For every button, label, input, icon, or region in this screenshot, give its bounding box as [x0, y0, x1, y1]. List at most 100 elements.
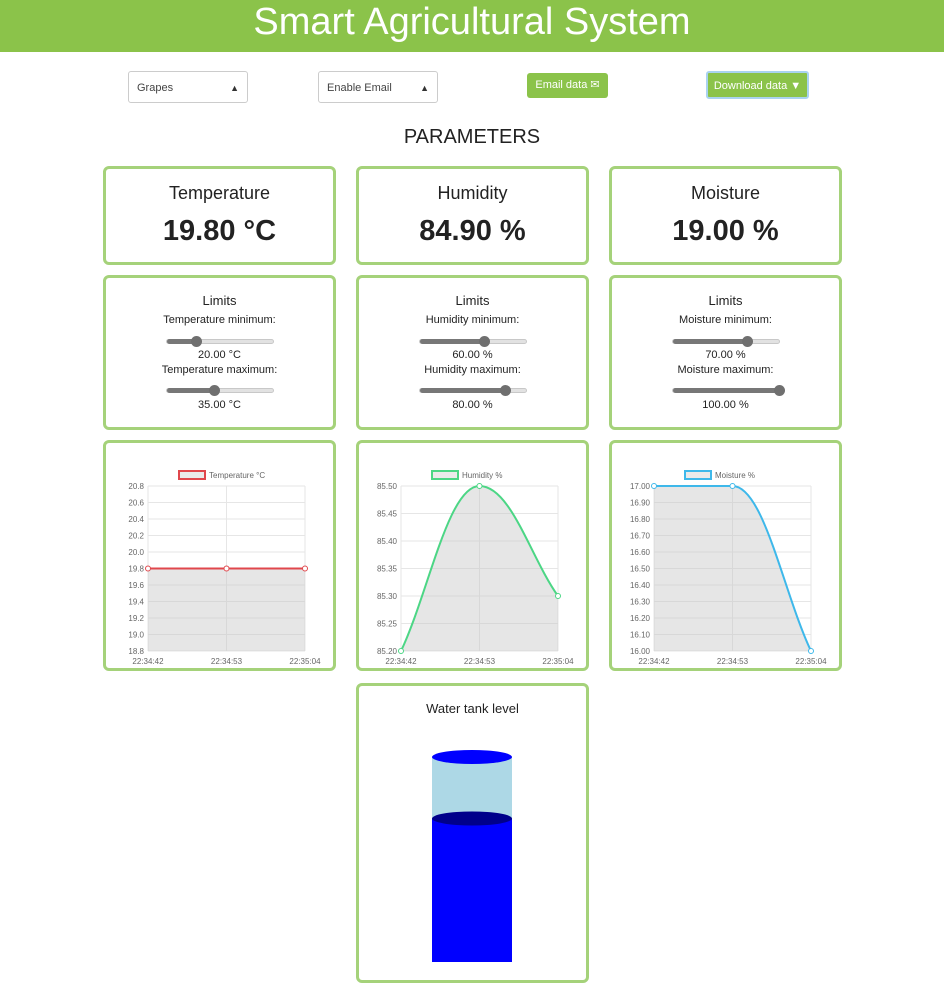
- data-point[interactable]: [145, 565, 151, 572]
- select-arrows-icon: ▲: [420, 83, 429, 93]
- tank-water: [432, 818, 512, 962]
- y-tick-label: 16.70: [630, 532, 651, 541]
- data-point[interactable]: [555, 593, 561, 599]
- email-data-label: Email data: [535, 79, 588, 91]
- slider-thumb[interactable]: [499, 385, 511, 396]
- max-limit-value: 80.00 %: [452, 399, 493, 411]
- data-point[interactable]: [476, 483, 483, 489]
- section-title: PARAMETERS: [403, 126, 541, 148]
- line-chart: Temperature °C 20.8 20.6 20.4 20.2 20.0 19.8 19…: [128, 470, 321, 666]
- max-limit-label: Moisture maximum:: [677, 364, 774, 376]
- min-limit-label: Temperature minimum:: [163, 314, 276, 326]
- app-title: Smart Agricultural System: [253, 1, 691, 43]
- y-tick-label: 17.00: [630, 482, 651, 491]
- slider-thumb[interactable]: [774, 385, 785, 396]
- x-tick-label: 22:34:53: [717, 657, 749, 666]
- water-tank-graphic: [432, 750, 512, 962]
- min-limit-slider[interactable]: [672, 336, 780, 347]
- min-limit-value: 60.00 %: [452, 349, 493, 361]
- email-select[interactable]: Enable Email ▲: [318, 71, 438, 103]
- y-tick-label: 16.80: [630, 515, 651, 524]
- max-limit-slider[interactable]: [419, 385, 527, 396]
- y-tick-label: 16.90: [630, 499, 651, 508]
- max-limit-label: Humidity maximum:: [424, 364, 521, 376]
- slider-thumb[interactable]: [190, 336, 202, 347]
- x-tick-label: 22:35:04: [795, 657, 827, 666]
- data-point[interactable]: [651, 483, 657, 489]
- slider-thumb[interactable]: [478, 336, 490, 347]
- humidity-chart-card: Humidity % 85.50 85.45 85.40 85.35 85.30 85.25…: [356, 440, 589, 671]
- temperature-limits-card: Limits Temperature minimum: 20.00 °C Temper…: [103, 275, 336, 430]
- min-limit-label: Moisture minimum:: [679, 314, 772, 326]
- y-tick-label: 16.00: [630, 647, 651, 656]
- y-tick-label: 85.25: [377, 620, 398, 629]
- y-tick-label: 19.4: [128, 598, 144, 607]
- line-chart: Moisture % 17.00 16.90 16.80 16.70 16.60 16.50…: [630, 470, 827, 666]
- y-tick-label: 20.8: [128, 482, 144, 491]
- y-tick-label: 18.8: [128, 647, 144, 656]
- param-value: 19.00 %: [672, 215, 779, 247]
- app-header: Smart Agricultural System: [0, 0, 944, 52]
- legend-swatch[interactable]: [684, 470, 712, 480]
- legend-swatch[interactable]: [431, 470, 459, 480]
- y-tick-label: 16.40: [630, 581, 651, 590]
- x-tick-label: 22:34:42: [385, 657, 417, 666]
- data-point[interactable]: [223, 565, 230, 572]
- email-select-value: Enable Email: [327, 82, 392, 94]
- legend-swatch[interactable]: [178, 470, 206, 480]
- y-tick-label: 20.4: [128, 515, 144, 524]
- x-tick-label: 22:34:53: [464, 657, 496, 666]
- x-tick-label: 22:34:53: [211, 657, 243, 666]
- data-point[interactable]: [302, 565, 308, 572]
- limits-title: Limits: [455, 293, 490, 308]
- limits-title: Limits: [708, 293, 743, 308]
- moisture-chart-card: Moisture % 17.00 16.90 16.80 16.70 16.60 16.50…: [609, 440, 842, 671]
- min-limit-value: 20.00 °C: [198, 349, 241, 361]
- humidity-card: Humidity 84.90 %: [356, 166, 589, 265]
- y-tick-label: 85.40: [377, 537, 398, 546]
- y-tick-label: 85.50: [377, 482, 398, 491]
- moisture-card: Moisture 19.00 %: [609, 166, 842, 265]
- y-tick-label: 19.2: [128, 614, 144, 623]
- param-name: Moisture: [690, 183, 761, 203]
- param-value: 84.90 %: [419, 215, 526, 247]
- y-tick-label: 19.6: [128, 581, 144, 590]
- tank-water-surface: [432, 811, 512, 826]
- line-chart: Humidity % 85.50 85.45 85.40 85.35 85.30 85.25…: [377, 470, 574, 666]
- area-fill: [148, 568, 305, 651]
- data-point[interactable]: [398, 648, 404, 654]
- tank-top-cap: [432, 750, 512, 764]
- x-tick-label: 22:35:04: [542, 657, 574, 666]
- slider-fill: [167, 388, 214, 393]
- y-tick-label: 85.20: [377, 647, 398, 656]
- tank-empty-section: [432, 757, 512, 819]
- email-data-button[interactable]: Email data ✉: [527, 73, 608, 98]
- crop-select-value: Grapes: [137, 82, 174, 94]
- download-data-label: Download data: [713, 80, 788, 92]
- min-limit-slider[interactable]: [419, 336, 527, 347]
- download-data-button[interactable]: Download data ▼: [706, 71, 809, 99]
- min-limit-slider[interactable]: [166, 336, 274, 347]
- min-limit-value: 70.00 %: [705, 349, 746, 361]
- y-tick-label: 16.20: [630, 614, 651, 623]
- y-tick-label: 85.30: [377, 592, 398, 601]
- crop-select[interactable]: Grapes ▲: [128, 71, 248, 103]
- select-arrows-icon: ▲: [230, 83, 239, 93]
- y-tick-label: 20.2: [128, 532, 144, 541]
- x-tick-label: 22:35:04: [289, 657, 321, 666]
- max-limit-slider[interactable]: [166, 385, 274, 396]
- slider-fill: [420, 388, 505, 393]
- max-limit-value: 100.00 %: [702, 399, 749, 411]
- data-point[interactable]: [729, 483, 736, 489]
- slider-thumb[interactable]: [208, 385, 220, 396]
- legend-label: Temperature °C: [209, 471, 265, 480]
- max-limit-value: 35.00 °C: [198, 399, 241, 411]
- y-tick-label: 16.50: [630, 565, 651, 574]
- data-point[interactable]: [808, 648, 814, 654]
- water-tank-card: Water tank level: [356, 683, 589, 983]
- param-name: Temperature: [168, 183, 271, 203]
- slider-thumb[interactable]: [742, 336, 754, 347]
- max-limit-slider[interactable]: [672, 385, 785, 396]
- temperature-chart-card: Temperature °C 20.8 20.6 20.4 20.2 20.0 19.8 19…: [103, 440, 336, 671]
- legend-label: Moisture %: [715, 471, 755, 480]
